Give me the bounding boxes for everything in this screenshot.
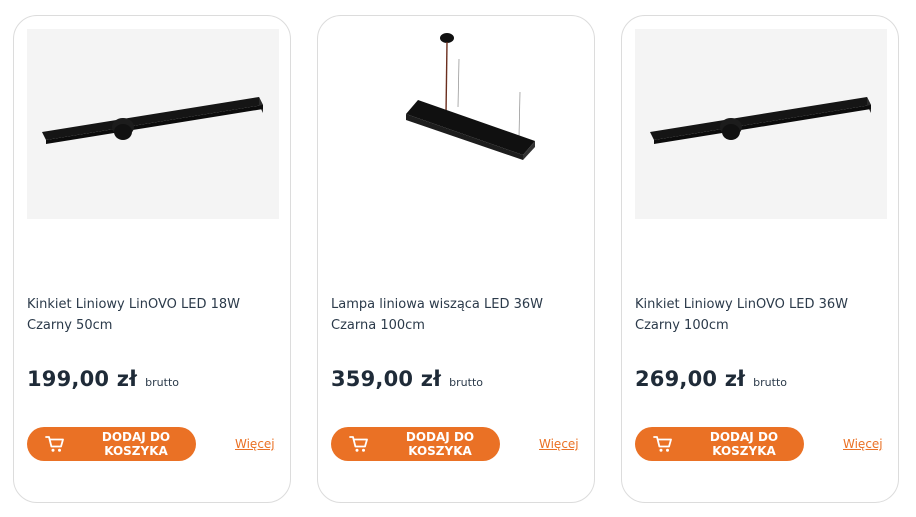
- price-row: 359,00 zł brutto: [331, 367, 483, 391]
- price-row: 269,00 zł brutto: [635, 367, 787, 391]
- add-to-cart-label: DODAJ DO KOSZYKA: [709, 430, 779, 458]
- more-link[interactable]: Więcej: [539, 437, 579, 451]
- product-card: Kinkiet Liniowy LinOVO LED 18W Czarny 50…: [13, 15, 291, 503]
- product-name[interactable]: Lampa liniowa wisząca LED 36W Czarna 100…: [331, 294, 581, 336]
- product-name[interactable]: Kinkiet Liniowy LinOVO LED 18W Czarny 50…: [27, 294, 277, 336]
- shopping-cart-icon: [349, 435, 369, 453]
- product-name[interactable]: Kinkiet Liniowy LinOVO LED 36W Czarny 10…: [635, 294, 885, 336]
- product-price: 269,00 zł: [635, 367, 746, 391]
- wall-linear-lamp-image: [650, 97, 871, 144]
- shopping-cart-icon: [45, 435, 65, 453]
- product-image[interactable]: [27, 29, 279, 219]
- product-image[interactable]: [331, 29, 583, 219]
- product-price: 199,00 zł: [27, 367, 138, 391]
- product-price: 359,00 zł: [331, 367, 442, 391]
- price-row: 199,00 zł brutto: [27, 367, 179, 391]
- more-link[interactable]: Więcej: [843, 437, 883, 451]
- wall-linear-lamp-image: [42, 97, 263, 144]
- add-to-cart-button[interactable]: DODAJ DO KOSZYKA: [27, 427, 196, 461]
- product-card: Lampa liniowa wisząca LED 36W Czarna 100…: [317, 15, 595, 503]
- more-link[interactable]: Więcej: [235, 437, 275, 451]
- add-to-cart-label: DODAJ DO KOSZYKA: [101, 430, 171, 458]
- price-note: brutto: [449, 376, 484, 389]
- shopping-cart-icon: [653, 435, 673, 453]
- product-card: Kinkiet Liniowy LinOVO LED 36W Czarny 10…: [621, 15, 899, 503]
- add-to-cart-button[interactable]: DODAJ DO KOSZYKA: [331, 427, 500, 461]
- pendant-linear-lamp-image: [406, 33, 535, 160]
- price-note: brutto: [753, 376, 788, 389]
- add-to-cart-button[interactable]: DODAJ DO KOSZYKA: [635, 427, 804, 461]
- product-image[interactable]: [635, 29, 887, 219]
- price-note: brutto: [145, 376, 180, 389]
- add-to-cart-label: DODAJ DO KOSZYKA: [405, 430, 475, 458]
